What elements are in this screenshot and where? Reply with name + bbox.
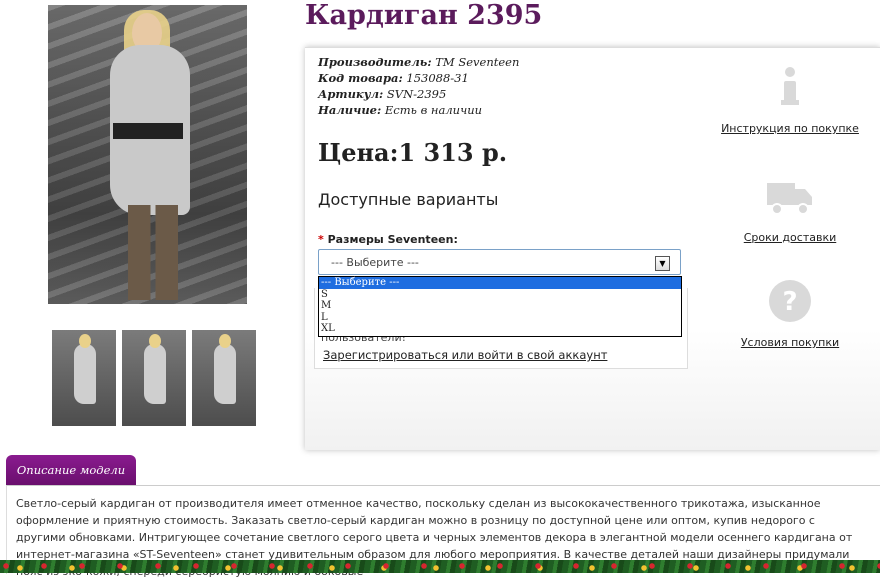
- instructions-block: Инструкция по покупке: [720, 64, 860, 135]
- truck-icon: [767, 183, 812, 215]
- info-row-sku: Артикул: SVN-2395: [318, 87, 447, 101]
- product-panel: Производитель: TM Seventeen Код товара: …: [305, 47, 880, 450]
- main-product-photo[interactable]: [48, 5, 247, 304]
- terms-block: ? Условия покупки: [720, 278, 860, 349]
- product-info: Производитель: TM Seventeen Код товара: …: [318, 54, 519, 118]
- instructions-link[interactable]: Инструкция по покупке: [720, 122, 860, 135]
- question-icon: ?: [769, 280, 811, 322]
- svg-text:?: ?: [782, 287, 797, 317]
- chevron-down-icon[interactable]: ▼: [655, 256, 670, 271]
- required-mark: *: [318, 233, 324, 246]
- size-option[interactable]: XL: [319, 323, 681, 335]
- delivery-block: Сроки доставки: [720, 173, 860, 244]
- variants-heading: Доступные варианты: [318, 190, 499, 209]
- size-dropdown-list: --- Выберите --- S M L XL: [318, 276, 682, 337]
- price: Цена:1 313 р.: [318, 138, 508, 167]
- thumbnail-2[interactable]: [122, 330, 186, 426]
- thumbnail-strip: [52, 330, 256, 426]
- size-option[interactable]: M: [319, 300, 681, 312]
- register-link[interactable]: Зарегистрироваться или войти в свой акка…: [323, 348, 607, 362]
- thumbnail-3[interactable]: [192, 330, 256, 426]
- thumbnail-1[interactable]: [52, 330, 116, 426]
- info-row-manufacturer: Производитель: TM Seventeen: [318, 55, 520, 69]
- info-row-code: Код товара: 153088-31: [318, 71, 469, 85]
- size-select[interactable]: --- Выберите --- ▼: [318, 249, 681, 275]
- delivery-link[interactable]: Сроки доставки: [720, 231, 860, 244]
- terms-link[interactable]: Условия покупки: [720, 336, 860, 349]
- info-row-availability: Наличие: Есть в наличии: [318, 103, 483, 117]
- size-option[interactable]: S: [319, 289, 681, 301]
- tab-description[interactable]: Описание модели: [6, 455, 136, 485]
- size-option[interactable]: --- Выберите ---: [319, 277, 681, 289]
- christmas-garland: [0, 560, 880, 573]
- product-title: Кардиган 2395: [305, 0, 543, 31]
- size-option[interactable]: L: [319, 312, 681, 324]
- info-icon: [781, 67, 799, 105]
- size-label: * Размеры Seventeen:: [318, 233, 458, 246]
